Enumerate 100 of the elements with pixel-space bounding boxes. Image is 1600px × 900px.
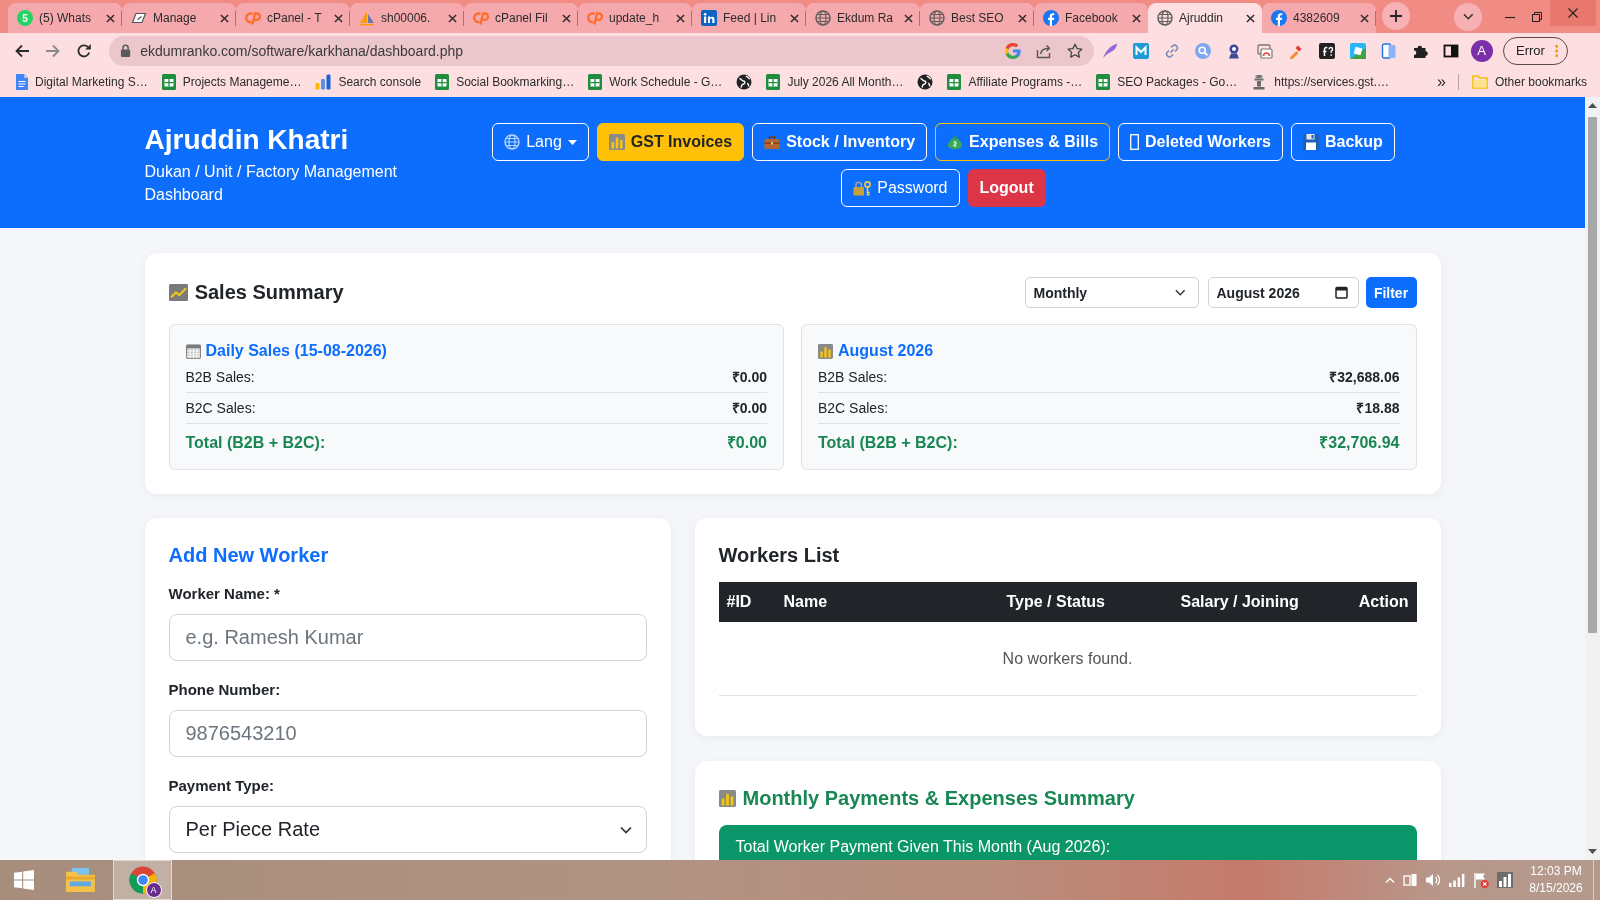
close-icon[interactable] (904, 13, 913, 23)
select-field[interactable]: Per Piece Rate (168, 806, 647, 853)
feather-icon[interactable] (1101, 42, 1118, 59)
browser-tab[interactable]: 5 (5) Whats (8, 3, 122, 33)
bar-chart-icon (315, 73, 332, 90)
bookmarks-overflow-button[interactable]: » (1429, 69, 1454, 94)
close-icon[interactable] (1132, 13, 1141, 23)
document-icon (131, 10, 147, 26)
sales-value: ₹18.88 (1356, 399, 1400, 418)
globe-icon (1157, 10, 1173, 26)
close-icon[interactable] (220, 13, 229, 23)
bookmark-link[interactable]: SEO Packages - Go… (1091, 69, 1243, 94)
chevron-down-icon (619, 825, 632, 834)
close-icon[interactable] (1360, 13, 1369, 23)
payment-summary-banner: Total Worker Payment Given This Month (Aug 2026): (718, 825, 1417, 860)
nav-button[interactable]: Password (841, 169, 960, 207)
close-icon[interactable] (790, 13, 799, 23)
bookmark-link[interactable]: https://services.gst.… (1246, 69, 1394, 94)
browser-tab[interactable]: Feed | Lin (692, 3, 806, 33)
profile-avatar[interactable]: A (1470, 39, 1493, 62)
filter-button[interactable]: Filter (1365, 277, 1417, 308)
bookmark-link[interactable]: Search console (310, 69, 427, 94)
chevron-up-icon[interactable] (1385, 877, 1395, 883)
lock-key-icon (853, 180, 872, 196)
signal-icon[interactable] (1449, 873, 1465, 887)
reload-icon[interactable] (75, 42, 92, 59)
browser-tab[interactable]: Best SEO (920, 3, 1034, 33)
tile-icon[interactable] (1349, 42, 1366, 59)
chevron-down-icon (1462, 13, 1474, 20)
nav-button[interactable]: Deleted Workers (1118, 123, 1283, 161)
back-arrow-icon[interactable] (13, 42, 30, 59)
close-icon[interactable] (448, 13, 457, 23)
side-panel-icon[interactable] (1442, 42, 1459, 59)
bookmark-link[interactable]: Work Schedule - G… (583, 69, 728, 94)
empty-table-message: No workers found. (1002, 649, 1133, 668)
flag-icon[interactable] (1473, 872, 1489, 888)
section-title: Workers List (718, 543, 841, 568)
forward-arrow-icon[interactable] (44, 42, 61, 59)
share-icon[interactable] (1035, 42, 1052, 59)
calendar-icon (185, 343, 201, 359)
browser-tab[interactable]: 4382609 (1262, 3, 1376, 33)
dropdown-button[interactable]: Lang (492, 123, 589, 161)
close-icon[interactable] (676, 13, 685, 23)
nav-button[interactable]: Backup (1291, 123, 1395, 161)
scroll-down-icon[interactable] (1588, 849, 1597, 854)
clock-time: 12:03 PM (1530, 863, 1582, 880)
emblem-icon (1251, 73, 1268, 90)
bookmark-link[interactable]: Social Bookmarking… (430, 69, 580, 94)
bar-chart-icon (718, 789, 736, 807)
tab-search-button[interactable] (1454, 2, 1482, 31)
bookmark-link[interactable]: July 2026 All Month… (761, 69, 909, 94)
new-tab-button[interactable] (1382, 2, 1410, 30)
scroll-up-icon[interactable] (1588, 103, 1597, 108)
taskbar-app-button[interactable]: A (113, 860, 172, 900)
formula-icon[interactable] (1318, 42, 1335, 59)
bookmark-link[interactable]: Digital Marketing S… (11, 69, 153, 94)
restore-icon[interactable] (1531, 11, 1542, 22)
browser-tab[interactable]: Ekdum Ra (806, 3, 920, 33)
text-field[interactable]: e.g. Ramesh Kumar (168, 614, 647, 661)
browser-tab[interactable]: cPanel Fil (464, 3, 578, 33)
browser-tab[interactable]: Facebook (1034, 3, 1148, 33)
address-bar[interactable]: ekdumranko.com/software/karkhana/dashboard.php (109, 35, 1094, 66)
period-select[interactable]: Monthly (1024, 277, 1199, 308)
bookmark-folder-link[interactable]: Other bookmarks (1466, 69, 1592, 94)
browser-tab[interactable]: cPanel - T (236, 3, 350, 33)
globe-icon (736, 73, 753, 90)
square-logo-icon[interactable] (1132, 42, 1149, 59)
close-icon[interactable] (106, 13, 115, 23)
text-field[interactable]: 9876543210 (168, 710, 647, 757)
bar-chart-icon[interactable] (1497, 872, 1513, 888)
bookmark-link[interactable]: Affiliate Programs -… (942, 69, 1088, 94)
blank-glyph-icon (1130, 134, 1140, 150)
close-icon[interactable] (334, 13, 343, 23)
bookmark-link[interactable]: Projects Manageme… (156, 69, 307, 94)
chevron-down-icon (1175, 289, 1186, 296)
link-icon[interactable] (1163, 42, 1180, 59)
start-icon[interactable] (14, 870, 34, 890)
close-icon[interactable] (562, 13, 571, 23)
browser-tab[interactable]: Ajruddin (1148, 3, 1262, 33)
nav-button[interactable]: GST Invoices (596, 123, 745, 161)
month-field[interactable]: August 2026 (1207, 277, 1359, 308)
device-icon[interactable] (1403, 872, 1417, 888)
close-icon[interactable] (1018, 13, 1027, 23)
close-icon[interactable] (1246, 13, 1255, 23)
browser-tab[interactable]: update_h (578, 3, 692, 33)
lock-icon (120, 44, 132, 57)
swirl-logo-icon (587, 10, 603, 26)
square-logo-icon (701, 10, 717, 26)
speaker-icon[interactable] (1425, 872, 1441, 888)
round-logo-icon[interactable] (1004, 42, 1021, 59)
nav-button[interactable]: Expenses & Bills (935, 123, 1111, 161)
pages-icon[interactable] (1380, 42, 1397, 59)
window-stack-icon[interactable] (1256, 42, 1273, 59)
nav-button[interactable]: Logout (967, 169, 1046, 207)
browser-tab[interactable]: sh00006. (350, 3, 464, 33)
star-icon[interactable] (1066, 42, 1083, 59)
spreadsheet-icon (1096, 73, 1111, 90)
scrollbar-thumb[interactable] (1588, 117, 1597, 633)
nav-button[interactable]: Stock / Inventory (752, 123, 928, 161)
browser-tab[interactable]: Manage (122, 3, 236, 33)
